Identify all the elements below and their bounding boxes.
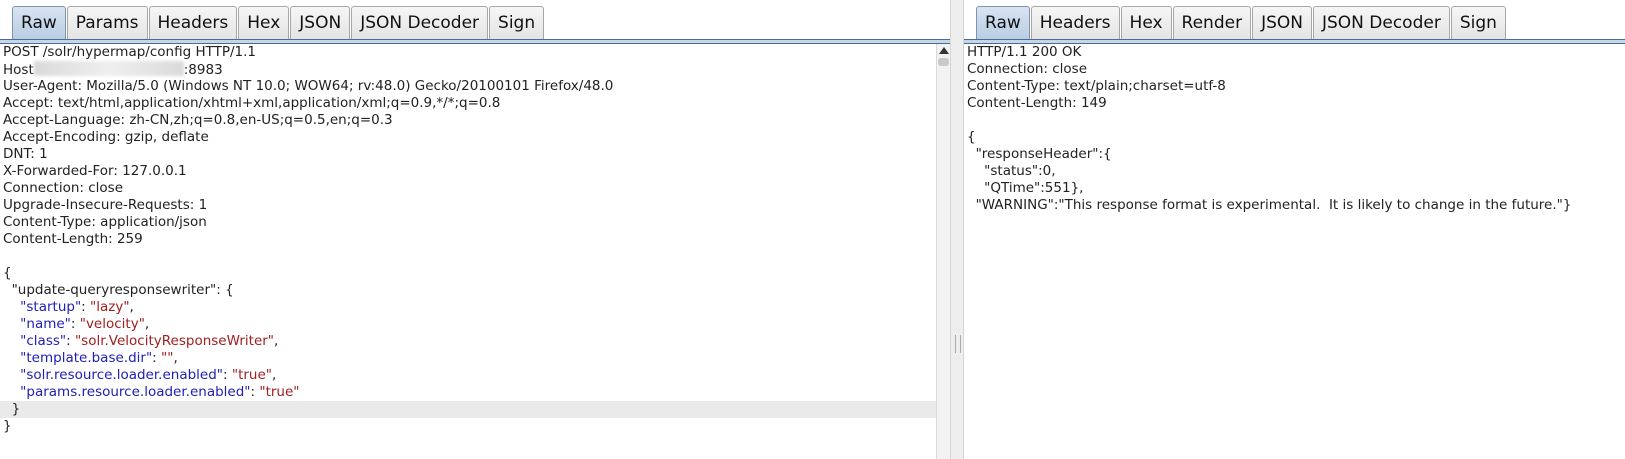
response-header: Connection: close [967,61,1087,77]
json-comma: , [274,333,279,349]
scroll-up-arrow-icon[interactable] [939,47,949,54]
json-comma: , [271,367,277,383]
json-comma: , [173,350,178,366]
response-tab-json[interactable]: JSON [1252,6,1312,39]
request-tab-sign[interactable]: Sign [489,6,545,39]
json-sep: : [223,367,232,383]
request-tab-hex[interactable]: Hex [238,6,290,39]
request-editor[interactable]: POST /solr/hypermap/config HTTP/1.1 Host… [0,44,936,459]
request-header: Accept-Language: zh-CN,zh;q=0.8,en-US;q=… [3,112,393,128]
json-inner-close: } [0,401,936,418]
json-key: "startup" [20,299,82,315]
response-body-line: "WARNING":"This response format is exper… [967,197,1572,213]
json-key: "solr.resource.loader.enabled" [20,367,224,383]
request-header: Content-Length: 259 [3,231,143,247]
response-tab-render[interactable]: Render [1172,6,1252,39]
json-inner-close-text: } [11,401,21,417]
request-tab-json[interactable]: JSON [290,6,351,39]
request-header: DNT: 1 [3,146,48,162]
json-sep: : [81,299,91,315]
json-value: "lazy" [90,299,130,315]
response-pane: Raw Headers Hex Render JSON JSON Decoder… [964,0,1625,459]
json-object-key-text: "update-queryresponsewriter": { [11,282,234,298]
json-property: "startup": "lazy", [0,299,936,316]
request-header: X-Forwarded-For: 127.0.0.1 [3,163,187,179]
request-line: POST /solr/hypermap/config HTTP/1.1 [3,44,257,60]
response-body-line: "status":0, [967,163,1056,179]
redacted-host [33,61,184,76]
json-close-brace: } [3,418,12,434]
json-sep: : [70,316,80,332]
request-scrollbar[interactable] [936,44,950,459]
json-value: "solr.VelocityResponseWriter" [74,333,275,349]
json-property: "params.resource.loader.enabled": "true" [0,384,936,401]
json-object-key: "update-queryresponsewriter": { [0,282,936,299]
response-body-line: { [967,129,976,145]
request-tab-raw[interactable]: Raw [12,6,66,39]
json-comma: , [129,299,134,315]
response-tab-bar: Raw Headers Hex Render JSON JSON Decoder… [964,0,1625,44]
json-sep: : [66,333,75,349]
request-header: Connection: close [3,180,123,196]
json-key: "params.resource.loader.enabled" [20,384,251,400]
status-line: HTTP/1.1 200 OK [967,44,1082,60]
json-property: "template.base.dir": "", [0,350,936,367]
response-tab-headers[interactable]: Headers [1030,6,1120,39]
json-property: "solr.resource.loader.enabled": "true", [0,367,936,384]
request-pane: Raw Params Headers Hex JSON JSON Decoder… [0,0,950,459]
request-tab-json-decoder[interactable]: JSON Decoder [351,6,489,39]
request-header: Upgrade-Insecure-Requests: 1 [3,197,208,213]
json-value: "" [161,350,174,366]
request-header: Content-Type: application/json [3,214,207,230]
host-port: :8983 [183,62,223,78]
response-header: Content-Type: text/plain;charset=utf-8 [967,78,1226,94]
pane-splitter[interactable] [950,0,964,459]
json-key: "name" [20,316,71,332]
response-body-line: "QTime":551}, [967,180,1084,196]
host-header: Host :8983 [0,61,936,78]
response-body-line: "responseHeader":{ [967,146,1112,162]
json-property: "name": "velocity", [0,316,936,333]
json-open-brace: { [3,265,12,281]
json-key: "class" [20,333,67,349]
json-key: "template.base.dir" [20,350,153,366]
response-tab-raw[interactable]: Raw [976,6,1030,39]
request-tab-params[interactable]: Params [66,6,148,39]
json-value: "true" [231,367,272,383]
splitter-grip-icon[interactable] [955,335,961,353]
request-tab-bar: Raw Params Headers Hex JSON JSON Decoder… [0,0,950,44]
response-tab-hex[interactable]: Hex [1120,6,1172,39]
json-sep: : [152,350,162,366]
response-tab-sign[interactable]: Sign [1450,6,1506,39]
json-value: "true" [259,384,300,400]
json-property: "class": "solr.VelocityResponseWriter", [0,333,936,350]
json-value: "velocity" [79,316,145,332]
host-label: Host [3,62,34,78]
request-tab-headers[interactable]: Headers [148,6,238,39]
request-header: Accept: text/html,application/xhtml+xml,… [3,95,501,111]
json-comma: , [144,316,150,332]
request-header: User-Agent: Mozilla/5.0 (Windows NT 10.0… [3,78,614,94]
response-tab-json-decoder[interactable]: JSON Decoder [1312,6,1450,39]
response-header: Content-Length: 149 [967,95,1107,111]
scrollbar-thumb[interactable] [938,58,949,66]
response-editor[interactable]: HTTP/1.1 200 OK Connection: close Conten… [964,44,1625,459]
request-header: Accept-Encoding: gzip, deflate [3,129,209,145]
